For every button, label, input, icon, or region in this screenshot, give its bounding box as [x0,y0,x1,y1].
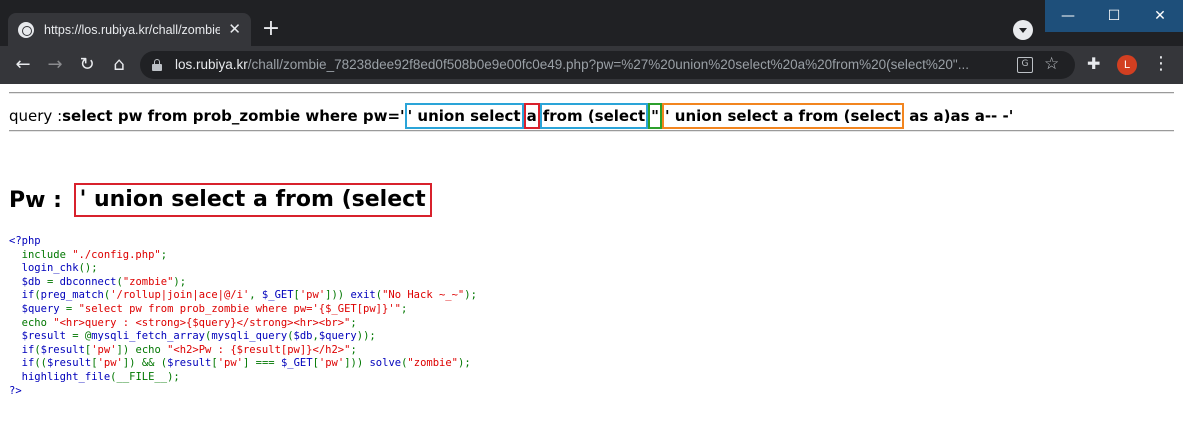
browser-tab[interactable]: https://los.rubiya.kr/chall/zombie_78238… [8,13,251,46]
code-line: $db = dbconnect("zombie"); [21,275,187,288]
query-line: query : select pw from prob_zombie where… [9,103,1013,129]
forward-arrow-icon[interactable]: → [43,53,67,77]
code-line: $query = "select pw from prob_zombie whe… [21,302,408,315]
maximize-button[interactable]: ☐ [1091,0,1137,32]
translate-icon[interactable]: G [1017,57,1033,73]
tab-title: https://los.rubiya.kr/chall/zombie_78238… [44,22,221,37]
code-line: include "./config.php"; [9,248,168,261]
code-line: ?> [9,384,22,397]
lock-icon[interactable] [152,59,162,71]
divider [9,92,1174,94]
php-source: <?php include "./config.php"; login_chk(… [9,235,477,398]
code-line: $result = @mysqli_fetch_array(mysqli_que… [21,330,376,343]
highlight-box-red: a [523,103,540,129]
highlight-box-blue-2: from (select [539,103,649,129]
highlight-box-orange: ' union select a from (select [661,103,904,129]
code-line: if($result['pw']) echo "<h2>Pw : {$resul… [21,343,357,356]
profile-avatar[interactable]: L [1117,55,1137,75]
minimize-button[interactable]: — [1045,0,1091,32]
reload-icon[interactable]: ↻ [75,53,99,77]
pw-label: Pw : [9,187,70,213]
globe-icon [18,21,34,38]
bookmark-star-icon[interactable]: ☆ [1044,54,1059,74]
pw-heading: Pw : ' union select a from (select [9,183,432,217]
code-line: <?php [9,235,41,247]
code-line: highlight_file(__FILE__); [21,370,180,383]
window-controls: — ☐ ✕ [1045,0,1183,32]
highlight-box-blue: ' union select [404,103,524,129]
home-icon[interactable]: ⌂ [107,53,131,77]
back-arrow-icon[interactable]: ← [11,53,35,77]
query-text: select pw from prob_zombie where pw=' ' u… [62,103,1013,129]
browser-titlebar: https://los.rubiya.kr/chall/zombie_78238… [0,0,1183,46]
query-label: query : [9,107,63,125]
address-bar[interactable]: los.rubiya.kr/chall/zombie_78238dee92f8e… [140,51,1075,79]
url-text[interactable]: los.rubiya.kr/chall/zombie_78238dee92f8e… [175,57,995,72]
highlight-box-green: " [648,103,662,129]
divider [9,130,1174,132]
browser-toolbar: ← → ↻ ⌂ los.rubiya.kr/chall/zombie_78238… [0,46,1183,84]
code-line: if(($result['pw']) && ($result['pw'] ===… [21,357,471,370]
menu-kebab-icon[interactable]: ⋮ [1152,54,1170,74]
close-window-button[interactable]: ✕ [1137,0,1183,32]
tab-search-icon[interactable] [1013,20,1033,40]
code-line: login_chk(); [21,262,98,275]
query-suffix: as a)as a-- -' [903,107,1014,125]
code-line: if(preg_match('/rollup|join|ace|@/i', $_… [21,289,477,302]
code-line: echo "<hr>query : <strong>{$query}</stro… [9,316,357,329]
page-content: query : select pw from prob_zombie where… [0,84,1183,428]
extensions-puzzle-icon[interactable]: ✚ [1087,54,1100,73]
pw-value: ' union select a from (select [73,183,432,217]
close-tab-icon[interactable]: ✕ [228,22,241,37]
query-prefix: select pw from prob_zombie where pw=' [62,107,405,125]
new-tab-button[interactable]: + [259,18,283,42]
